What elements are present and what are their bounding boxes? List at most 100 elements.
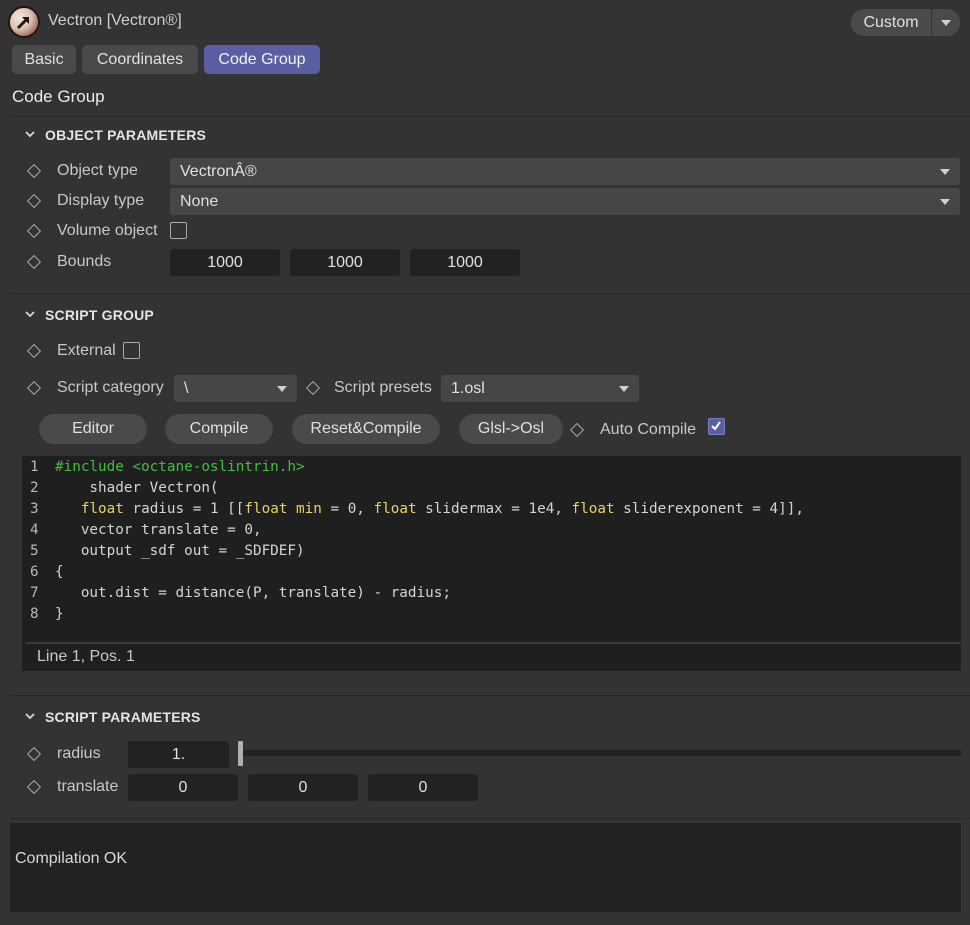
code-text: #include <octane-oslintrin.h>: [55, 459, 305, 475]
object-type-label: Object type: [57, 162, 138, 179]
line-number: 1: [30, 459, 39, 475]
radius-slider[interactable]: [238, 750, 961, 756]
bounds-z-field[interactable]: 1000: [410, 249, 520, 276]
code-line: 2 shader Vectron(: [22, 478, 219, 499]
auto-compile-checkbox[interactable]: [708, 418, 725, 435]
divider: [10, 116, 970, 117]
divider: [10, 695, 970, 696]
script-category-value: \: [184, 380, 189, 397]
display-type-value: None: [180, 193, 219, 210]
code-text: }: [55, 606, 64, 622]
dropdown-arrow-icon: [940, 169, 950, 175]
code-editor[interactable]: 1 #include <octane-oslintrin.h> 2 shader …: [22, 456, 961, 671]
code-text: radius = 1 [[: [123, 501, 245, 517]
compile-status-message: Compilation OK: [15, 850, 128, 867]
keyframe-diamond-icon[interactable]: [26, 223, 42, 239]
layout-dropdown-chevron-icon[interactable]: [932, 9, 960, 36]
code-keyword: float: [571, 501, 615, 517]
glsl-to-osl-button[interactable]: Glsl->Osl: [459, 414, 563, 444]
chevron-down-icon[interactable]: [25, 711, 35, 721]
code-line: 8}: [22, 604, 64, 625]
keyframe-diamond-icon[interactable]: [26, 193, 42, 209]
script-group-heading[interactable]: SCRIPT GROUP: [45, 307, 154, 323]
editor-button[interactable]: Editor: [39, 414, 147, 444]
cursor-position-status: Line 1, Pos. 1: [37, 648, 135, 665]
vectron-object-icon: [8, 6, 40, 38]
script-presets-value: 1.osl: [451, 380, 485, 397]
script-category-select[interactable]: \: [174, 375, 297, 402]
keyframe-diamond-icon[interactable]: [26, 254, 42, 270]
bounds-y-field[interactable]: 1000: [290, 249, 400, 276]
script-presets-label: Script presets: [334, 379, 432, 396]
code-text: output _sdf out = _SDFDEF): [55, 543, 305, 559]
code-line: 6{: [22, 562, 64, 583]
tab-coordinates[interactable]: Coordinates: [82, 45, 198, 74]
code-text: = 0,: [321, 501, 374, 517]
script-presets-select[interactable]: 1.osl: [441, 375, 639, 402]
display-type-label: Display type: [57, 192, 145, 209]
compile-button[interactable]: Compile: [165, 414, 273, 444]
external-checkbox[interactable]: [123, 342, 140, 359]
window-title: Vectron [Vectron®]: [48, 12, 182, 29]
volume-object-label: Volume object: [57, 222, 158, 239]
code-text: sliderexponent = 4]],: [614, 501, 804, 517]
divider: [10, 818, 970, 819]
translate-label: translate: [57, 778, 119, 795]
line-number: 7: [30, 585, 39, 601]
bounds-x-field[interactable]: 1000: [170, 249, 280, 276]
translate-y-field[interactable]: 0: [248, 774, 358, 801]
editor-divider: [26, 642, 961, 644]
code-text: slidermax = 1e4,: [416, 501, 572, 517]
keyframe-diamond-icon[interactable]: [305, 380, 321, 396]
code-line: 5 output _sdf out = _SDFDEF): [22, 541, 305, 562]
translate-z-field[interactable]: 0: [368, 774, 478, 801]
script-category-label: Script category: [57, 379, 164, 396]
dropdown-arrow-icon: [940, 199, 950, 205]
radius-label: radius: [57, 745, 101, 762]
code-keyword: float: [373, 501, 417, 517]
auto-compile-label: Auto Compile: [600, 421, 697, 438]
radius-slider-handle[interactable]: [238, 741, 243, 766]
display-type-select[interactable]: None: [170, 188, 960, 215]
code-text: {: [55, 564, 64, 580]
page-title: Code Group: [12, 87, 105, 106]
code-keyword: float: [244, 501, 288, 517]
divider: [10, 293, 970, 294]
tab-basic[interactable]: Basic: [12, 45, 76, 74]
object-type-select[interactable]: VectronÂ®: [170, 158, 960, 185]
line-number: 5: [30, 543, 39, 559]
keyframe-diamond-icon[interactable]: [26, 343, 42, 359]
chevron-down-icon[interactable]: [25, 129, 35, 139]
script-parameters-heading[interactable]: SCRIPT PARAMETERS: [45, 709, 201, 725]
reset-compile-button[interactable]: Reset&Compile: [292, 414, 440, 444]
keyframe-diamond-icon[interactable]: [26, 380, 42, 396]
compile-console[interactable]: Compilation OK: [10, 823, 961, 912]
checkmark-icon: [711, 421, 721, 431]
code-line: 4 vector translate = 0,: [22, 520, 262, 541]
tab-code-group[interactable]: Code Group: [204, 45, 320, 74]
keyframe-diamond-icon[interactable]: [26, 746, 42, 762]
dropdown-arrow-icon: [277, 386, 287, 392]
translate-x-field[interactable]: 0: [128, 774, 238, 801]
line-number: 6: [30, 564, 39, 580]
line-number: 2: [30, 480, 39, 496]
bounds-label: Bounds: [57, 253, 112, 270]
layout-custom-button[interactable]: Custom: [851, 9, 931, 36]
keyframe-diamond-icon[interactable]: [26, 779, 42, 795]
keyframe-diamond-icon[interactable]: [26, 163, 42, 179]
code-text: vector translate = 0,: [55, 522, 262, 538]
dropdown-arrow-icon: [619, 386, 629, 392]
keyframe-diamond-icon[interactable]: [569, 422, 585, 438]
code-text: out.dist = distance(P, translate) - radi…: [55, 585, 451, 601]
code-keyword: float: [80, 501, 124, 517]
code-line: 7 out.dist = distance(P, translate) - ra…: [22, 583, 451, 604]
external-label: External: [57, 342, 116, 359]
code-text: shader Vectron(: [55, 480, 219, 496]
object-parameters-heading[interactable]: OBJECT PARAMETERS: [45, 127, 206, 143]
code-line: 3 float radius = 1 [[float min = 0, floa…: [22, 499, 804, 520]
radius-field[interactable]: 1.: [128, 741, 229, 768]
volume-object-checkbox[interactable]: [170, 222, 187, 239]
line-number: 4: [30, 522, 39, 538]
chevron-down-icon[interactable]: [25, 309, 35, 319]
object-type-value: VectronÂ®: [180, 163, 257, 180]
